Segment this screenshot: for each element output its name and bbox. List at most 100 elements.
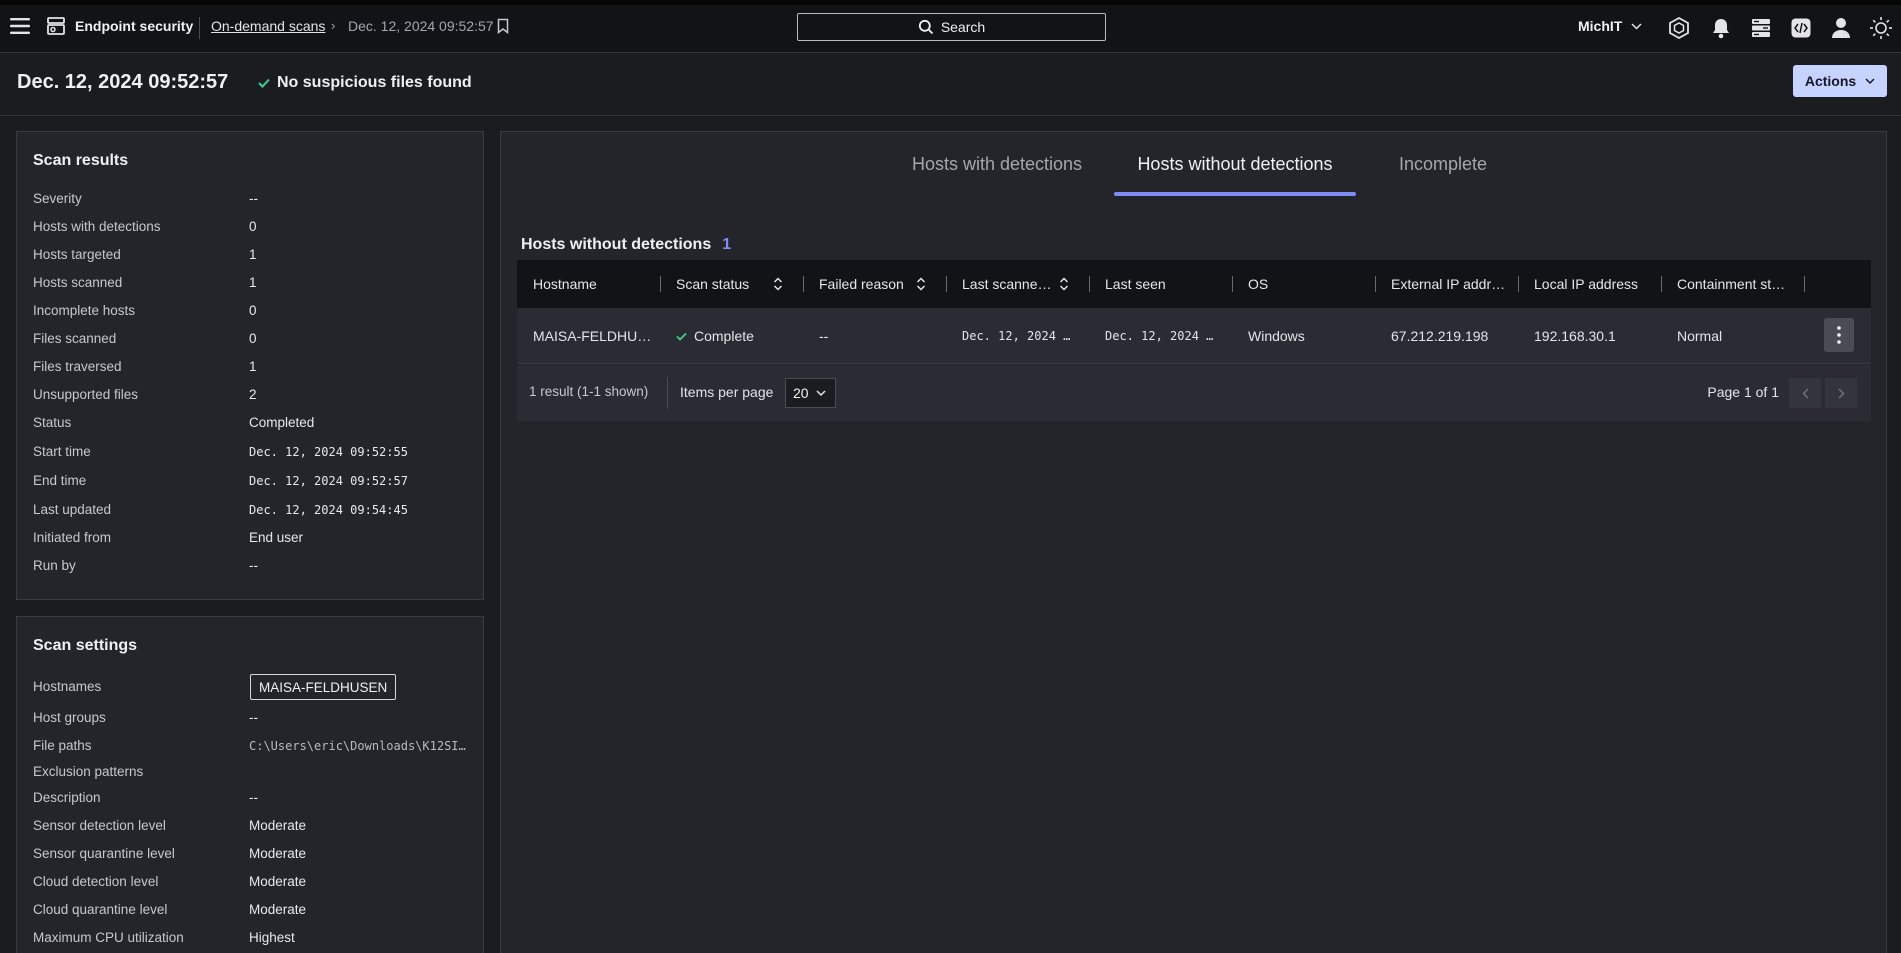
items-per-page-select[interactable]: 20	[785, 378, 836, 408]
scan-result-value: 0	[249, 303, 257, 318]
check-icon	[258, 78, 270, 88]
cell-scan-status: Complete	[676, 308, 794, 364]
scan-result-value: 0	[249, 331, 257, 346]
table-title: Hosts without detections	[521, 236, 712, 253]
column-header[interactable]: Hostname	[533, 260, 597, 308]
sort-icon[interactable]	[773, 277, 783, 291]
scan-result-value: Completed	[249, 415, 315, 430]
scan-setting-value: --	[249, 710, 258, 725]
next-page-button[interactable]	[1825, 378, 1857, 408]
column-divider	[803, 276, 804, 292]
more-vertical-icon	[1837, 326, 1841, 344]
actions-button[interactable]: Actions	[1793, 65, 1887, 97]
scan-result-value: 1	[249, 359, 257, 374]
sun-icon[interactable]	[1869, 16, 1893, 40]
column-divider	[1804, 276, 1805, 292]
scan-result-label: Start time	[33, 444, 91, 459]
hamburger-menu-icon[interactable]	[10, 17, 30, 35]
scan-result-label: Hosts scanned	[33, 275, 123, 290]
items-per-page-value: 20	[793, 385, 809, 401]
search-button[interactable]: Search	[797, 13, 1106, 41]
cell-external-ip-text: 67.212.219.198	[1391, 328, 1489, 344]
scan-result-value: --	[249, 191, 258, 206]
scan-result-value: 0	[249, 219, 257, 234]
cell-hostname: MAISA-FELDHU…	[533, 308, 651, 364]
scan-settings-title: Scan settings	[33, 637, 138, 654]
column-header[interactable]: Last seen	[1105, 260, 1166, 308]
status-text: No suspicious files found	[277, 74, 472, 91]
active-tab-indicator	[1114, 192, 1356, 196]
column-header[interactable]: External IP addr…	[1391, 260, 1505, 308]
top-nav-bar: Endpoint security On-demand scans › Dec.…	[0, 0, 1901, 53]
cell-containment-text: Normal	[1677, 328, 1723, 344]
column-header-label: Hostname	[533, 276, 597, 292]
scan-setting-value: Moderate	[249, 874, 307, 889]
scan-result-value: 1	[249, 275, 257, 290]
tab-bar: Hosts with detections Hosts without dete…	[501, 132, 1888, 196]
hostname-chip[interactable]: MAISA-FELDHUSEN	[250, 674, 397, 700]
sort-icon[interactable]	[916, 277, 926, 291]
column-header-label: Scan status	[676, 276, 750, 292]
column-divider	[1232, 276, 1233, 292]
column-header[interactable]: OS	[1248, 260, 1268, 308]
items-per-page-label: Items per page	[680, 384, 774, 400]
tab-hosts-without-detections[interactable]: Hosts without detections	[1114, 132, 1356, 196]
tab-incomplete[interactable]: Incomplete	[1373, 132, 1513, 196]
table-count: 1	[722, 236, 732, 253]
chevron-down-icon	[1631, 22, 1642, 30]
cell-os: Windows	[1248, 308, 1366, 364]
scan-results-title: Scan results	[33, 152, 129, 169]
code-icon[interactable]	[1791, 18, 1811, 38]
sort-icon[interactable]	[1059, 277, 1069, 291]
scan-settings-panel: Scan settings Hostnames MAISA-FELDHUSEN …	[16, 616, 484, 953]
column-header-label: Last seen	[1105, 276, 1166, 292]
scan-result-label: Initiated from	[33, 530, 112, 545]
scan-setting-label: Sensor quarantine level	[33, 846, 175, 861]
bookmark-icon[interactable]	[497, 18, 509, 34]
scan-setting-label: Exclusion patterns	[33, 764, 144, 779]
cell-os-text: Windows	[1248, 328, 1305, 344]
column-header[interactable]: Last scanne…	[962, 260, 1069, 308]
row-menu-button[interactable]	[1824, 318, 1854, 352]
product-name: Endpoint security	[75, 18, 194, 34]
chevron-right-icon	[1837, 387, 1845, 399]
column-divider	[1518, 276, 1519, 292]
column-header-label: Containment st…	[1677, 276, 1786, 292]
scan-setting-label: Maximum CPU utilization	[33, 930, 184, 945]
hostnames-label: Hostnames	[33, 679, 102, 694]
prev-page-button[interactable]	[1789, 378, 1821, 408]
stack-icon[interactable]	[1751, 18, 1771, 38]
cell-failed-reason-text: --	[819, 328, 829, 344]
page-title: Dec. 12, 2024 09:52:57	[17, 71, 229, 93]
scan-setting-value: Moderate	[249, 818, 307, 833]
column-header-label: OS	[1248, 276, 1269, 292]
scan-result-value: Dec. 12, 2024 09:52:55	[249, 445, 408, 459]
scan-result-label: Hosts targeted	[33, 247, 121, 262]
cell-hostname-text: MAISA-FELDHU…	[533, 328, 651, 344]
cell-scan-status-text: Complete	[694, 328, 754, 344]
bell-icon[interactable]	[1711, 17, 1731, 39]
user-icon[interactable]	[1831, 17, 1851, 39]
pagination-bar: 1 result (1-1 shown) Items per page 20 P…	[517, 365, 1871, 421]
column-header[interactable]: Failed reason	[819, 260, 926, 308]
actions-label: Actions	[1804, 73, 1857, 89]
cell-local-ip-text: 192.168.30.1	[1534, 328, 1616, 344]
breadcrumb-link-on-demand-scans[interactable]: On-demand scans	[211, 18, 325, 34]
column-header-label: External IP addr…	[1391, 276, 1506, 292]
account-switcher[interactable]: MichIT	[1578, 18, 1642, 34]
cell-last-seen-text: Dec. 12, 2024 …	[1105, 329, 1214, 343]
column-header-label: Last scanne…	[962, 276, 1052, 292]
cell-external-ip: 67.212.219.198	[1391, 308, 1509, 364]
column-divider	[660, 276, 661, 292]
column-header[interactable]: Containment st…	[1677, 260, 1785, 308]
tab-hosts-with-detections[interactable]: Hosts with detections	[897, 132, 1097, 196]
cell-containment: Normal	[1677, 308, 1795, 364]
account-name: MichIT	[1578, 18, 1623, 34]
scan-result-label: Hosts with detections	[33, 219, 161, 234]
table-row[interactable]: MAISA-FELDHU… Complete -- Dec. 12, 2024 … De…	[517, 308, 1871, 364]
column-header[interactable]: Local IP address	[1534, 260, 1638, 308]
scan-setting-label: Cloud quarantine level	[33, 902, 168, 917]
hexagon-badge-icon[interactable]	[1667, 16, 1691, 40]
scan-setting-label: Cloud detection level	[33, 874, 159, 889]
column-header[interactable]: Scan status	[676, 260, 783, 308]
